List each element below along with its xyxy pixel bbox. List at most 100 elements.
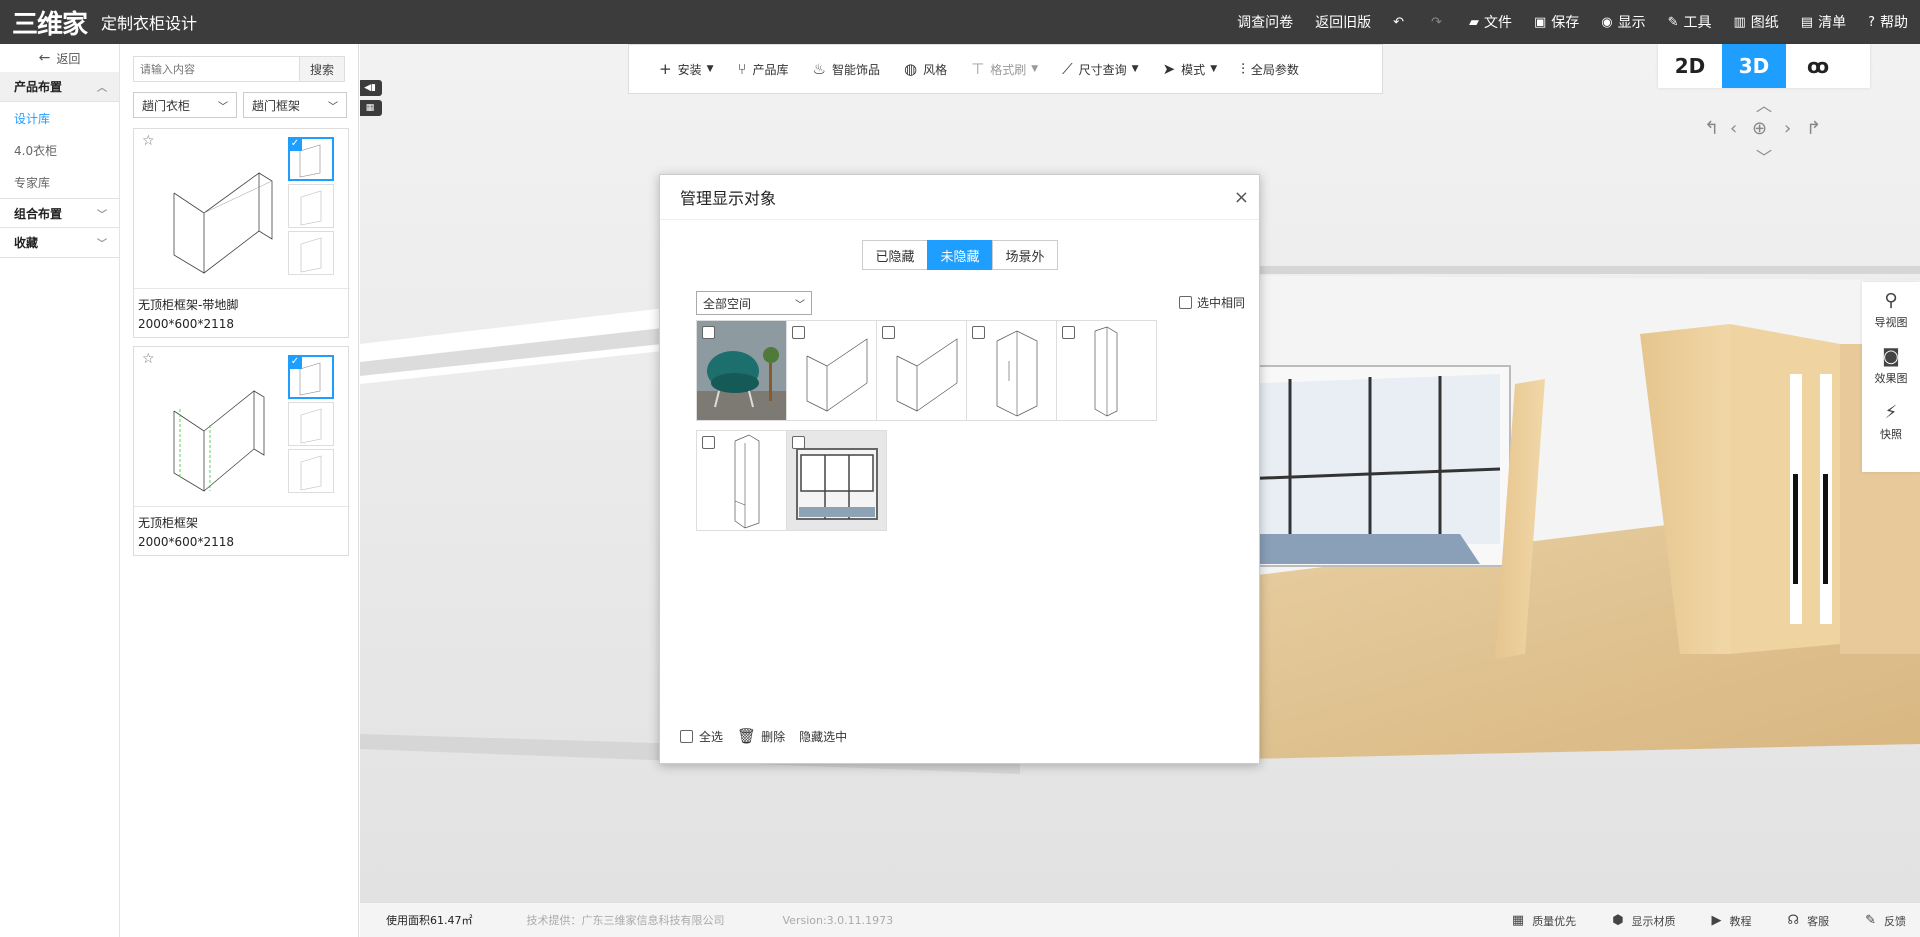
object-checkbox[interactable] xyxy=(792,326,805,339)
nav-group-product-layout[interactable]: 产品布置 ︿ xyxy=(0,72,119,102)
toolbar-item-7[interactable]: ⫶ 全局参数 xyxy=(1241,60,1299,78)
tech-provider: 技术提供：广东三维家信息科技有限公司 xyxy=(526,914,725,927)
dialog-tab-1[interactable]: 未隐藏 xyxy=(927,240,993,270)
dialog-tab-2[interactable]: 场景外 xyxy=(992,240,1058,270)
search-input[interactable] xyxy=(133,56,299,82)
object-item-cabinet[interactable] xyxy=(966,320,1067,421)
top-menu-item-3[interactable]: ↷ xyxy=(1431,15,1447,30)
check-icon: ✓ xyxy=(288,355,302,369)
search-button[interactable]: 搜索 xyxy=(299,56,345,82)
top-menu-item-1[interactable]: 返回旧版 xyxy=(1315,12,1371,32)
dock-item-1[interactable]: ◙ 效果图 xyxy=(1862,338,1920,394)
variant-thumb-selected[interactable]: ✓ xyxy=(288,137,334,181)
camera-icon: ◙ xyxy=(1882,346,1900,367)
object-item-chair[interactable] xyxy=(696,320,797,421)
top-menu-item-2[interactable]: ↶ xyxy=(1393,15,1409,30)
object-checkbox[interactable] xyxy=(792,436,805,449)
top-menu-label: 工具 xyxy=(1683,15,1712,31)
rotate-right-icon[interactable]: ↱ xyxy=(1806,118,1821,139)
hide-selected-button[interactable]: 隐藏选中 xyxy=(799,728,847,745)
collapse-panel-button[interactable]: ◀▮ xyxy=(360,80,382,96)
object-item-tall-cabinet[interactable] xyxy=(696,430,797,531)
variant-thumb[interactable] xyxy=(288,231,334,275)
chevron-up-icon[interactable]: ︿ xyxy=(1756,92,1772,116)
toolbar-item-2[interactable]: ♨ 智能饰品 xyxy=(813,60,880,78)
top-menu-item-9[interactable]: ▤ 清单 xyxy=(1801,12,1846,32)
nav-group-combo-layout[interactable]: 组合布置 ﹀ xyxy=(0,198,119,228)
back-button[interactable]: ← 返回 xyxy=(0,44,119,72)
top-menu-item-6[interactable]: ◉ 显示 xyxy=(1601,12,1645,32)
rotate-left-icon[interactable]: ↰ xyxy=(1704,118,1719,139)
object-checkbox[interactable] xyxy=(702,436,715,449)
status-action-3[interactable]: ☊ 客服 xyxy=(1788,913,1830,929)
top-menu-item-0[interactable]: 调查问卷 xyxy=(1237,12,1293,32)
variant-thumb[interactable] xyxy=(288,402,334,446)
dialog-tab-0[interactable]: 已隐藏 xyxy=(862,240,928,270)
toolbar-item-0[interactable]: + 安装 ▼ xyxy=(659,60,714,78)
top-menu-label: 清单 xyxy=(1818,15,1847,31)
object-checkbox[interactable] xyxy=(882,326,895,339)
select-same-checkbox[interactable] xyxy=(1178,296,1192,309)
object-item-tall-cabinet[interactable] xyxy=(1056,320,1157,421)
toolbar-item-3[interactable]: ◍ 风格 xyxy=(904,60,947,78)
product-card[interactable]: ☆ ✓ 无顶柜框架-带地脚 2000*600*2118 xyxy=(133,128,350,338)
nav-group-favorites[interactable]: 收藏 ﹀ xyxy=(0,228,119,258)
toolbar-item-5[interactable]: ⟋ 尺寸查询 ▼ xyxy=(1062,60,1138,78)
product-image: ☆ ✓ xyxy=(134,347,350,507)
variant-thumb[interactable] xyxy=(288,449,334,493)
select-all-option[interactable]: 全选 xyxy=(680,728,723,745)
top-menu-item-8[interactable]: ▥ 图纸 xyxy=(1734,12,1779,32)
space-select[interactable]: 全部空间 ﹀ xyxy=(696,291,812,315)
toolbar-item-1[interactable]: ⑂ 产品库 xyxy=(738,60,789,78)
filter-dropdown-type[interactable]: 趟门框架 ﹀ xyxy=(243,92,347,118)
dock-item-0[interactable]: ⚲ 导视图 xyxy=(1862,282,1920,338)
object-item-window[interactable] xyxy=(786,430,887,531)
top-menu-item-5[interactable]: ▣ 保存 xyxy=(1534,12,1579,32)
logo[interactable]: 三维家 定制衣柜设计 xyxy=(12,7,197,40)
grid-toggle-button[interactable]: ▦ xyxy=(360,100,382,116)
star-icon[interactable]: ☆ xyxy=(142,133,155,149)
chevron-right-icon[interactable]: › xyxy=(1784,118,1791,139)
status-action-label: 客服 xyxy=(1807,914,1830,928)
view-3d-button[interactable]: 3D xyxy=(1722,44,1786,88)
star-icon[interactable]: ☆ xyxy=(142,351,155,367)
nav-item-wardrobe-4[interactable]: 4.0衣柜 xyxy=(0,134,119,166)
logo-text: 三维家 xyxy=(12,9,88,40)
object-item-frame[interactable] xyxy=(876,320,977,421)
plant-icon: ♨ xyxy=(812,60,826,78)
top-menu-item-7[interactable]: ✎ 工具 xyxy=(1668,12,1712,32)
check-icon: ✓ xyxy=(288,137,302,151)
dock-item-2[interactable]: ⚡ 快照 xyxy=(1862,394,1920,450)
filter-dropdown-category[interactable]: 趟门衣柜 ﹀ xyxy=(133,92,237,118)
variant-thumb[interactable] xyxy=(288,184,334,228)
nav-item-expert-library[interactable]: 专家库 xyxy=(0,166,119,198)
chevron-left-icon[interactable]: ‹ xyxy=(1730,118,1737,139)
crosshair-icon[interactable]: ⊕ xyxy=(1752,118,1767,139)
status-action-0[interactable]: ▦ 质量优先 xyxy=(1512,913,1576,929)
nav-item-design-library[interactable]: 设计库 xyxy=(0,102,119,134)
product-card[interactable]: ☆ ✓ 无顶柜框架 2000*600*2118 xyxy=(133,346,350,556)
main-toolbar: + 安装 ▼ ⑂ 产品库 ♨ 智能饰品 ◍ 风格 ⊤ 格式刷 ▼ ⟋ 尺寸查询 ▼ ➤ 模式 ▼ ⫶ 全局参数 xyxy=(628,44,1383,94)
select-all-checkbox[interactable] xyxy=(680,729,693,743)
variant-thumb-selected[interactable]: ✓ xyxy=(288,355,334,399)
status-action-1[interactable]: ⬢ 显示材质 xyxy=(1612,913,1675,929)
walkthrough-icon[interactable]: ꝏ xyxy=(1786,44,1850,88)
toolbar-item-4[interactable]: ⊤ 格式刷 ▼ xyxy=(971,60,1038,78)
top-menu-label: 调查问卷 xyxy=(1237,15,1294,31)
top-menu-item-4[interactable]: ▰ 文件 xyxy=(1469,12,1512,32)
object-checkbox[interactable] xyxy=(972,326,985,339)
view-2d-button[interactable]: 2D xyxy=(1658,44,1722,88)
delete-button[interactable]: 🗑 删除 xyxy=(737,727,785,745)
status-action-2[interactable]: ▶ 教程 xyxy=(1712,913,1752,929)
toolbar-item-6[interactable]: ➤ 模式 ▼ xyxy=(1163,60,1218,78)
object-checkbox[interactable] xyxy=(702,326,715,339)
toolbar-label: 全局参数 xyxy=(1250,62,1299,77)
select-same-option[interactable]: 选中相同 xyxy=(1178,294,1245,311)
object-checkbox[interactable] xyxy=(1062,326,1075,339)
object-item-frame[interactable] xyxy=(786,320,887,421)
hide-selected-label: 隐藏选中 xyxy=(799,729,848,744)
status-action-4[interactable]: ✎ 反馈 xyxy=(1865,913,1906,929)
close-icon[interactable]: × xyxy=(1234,187,1249,208)
top-menu-item-10[interactable]: ? 帮助 xyxy=(1868,12,1908,32)
chevron-down-icon[interactable]: ﹀ xyxy=(1756,144,1772,168)
